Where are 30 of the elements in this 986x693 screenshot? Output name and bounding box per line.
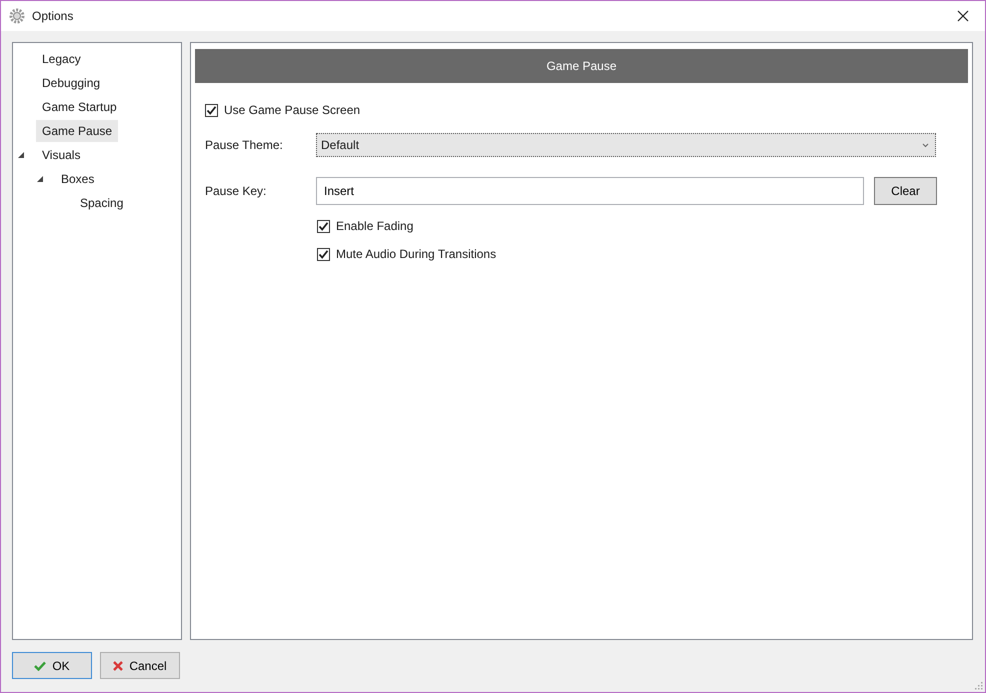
- input-field[interactable]: Insert: [316, 177, 864, 205]
- expand-arrow-icon[interactable]: [36, 175, 44, 183]
- chevron-down-icon: [922, 142, 929, 148]
- tree-item[interactable]: Boxes: [55, 168, 100, 190]
- field-label: Pause Key:: [205, 184, 268, 198]
- gear-icon: [9, 8, 25, 24]
- resize-grip-icon[interactable]: [973, 680, 983, 690]
- checkbox-label: Mute Audio During Transitions: [336, 247, 496, 261]
- tree-item[interactable]: Spacing: [74, 192, 130, 214]
- checkbox[interactable]: [205, 104, 218, 116]
- checkbox[interactable]: [317, 220, 330, 232]
- checkbox[interactable]: [317, 248, 330, 260]
- tree-item[interactable]: Game Pause: [36, 120, 118, 142]
- cross-icon: [113, 660, 124, 670]
- checkmark-icon: [34, 660, 46, 670]
- tree-item[interactable]: Game Startup: [36, 96, 123, 118]
- checkbox-label: Enable Fading: [336, 219, 414, 233]
- close-icon: [957, 10, 969, 22]
- expand-arrow-icon[interactable]: [17, 151, 25, 159]
- cancel-button[interactable]: Cancel: [100, 652, 180, 679]
- theme-dropdown[interactable]: Default: [316, 133, 936, 157]
- window-title: Options: [32, 9, 74, 23]
- clear-button[interactable]: Clear: [874, 177, 937, 205]
- tree-item[interactable]: Legacy: [36, 48, 87, 70]
- ok-button[interactable]: OK: [12, 652, 92, 679]
- panel-header: Game Pause: [195, 49, 968, 83]
- checkbox-label: Use Game Pause Screen: [224, 103, 360, 117]
- tree-item[interactable]: Visuals: [36, 144, 86, 166]
- tree-item[interactable]: Debugging: [36, 72, 106, 94]
- field-label: Pause Theme:: [205, 138, 284, 152]
